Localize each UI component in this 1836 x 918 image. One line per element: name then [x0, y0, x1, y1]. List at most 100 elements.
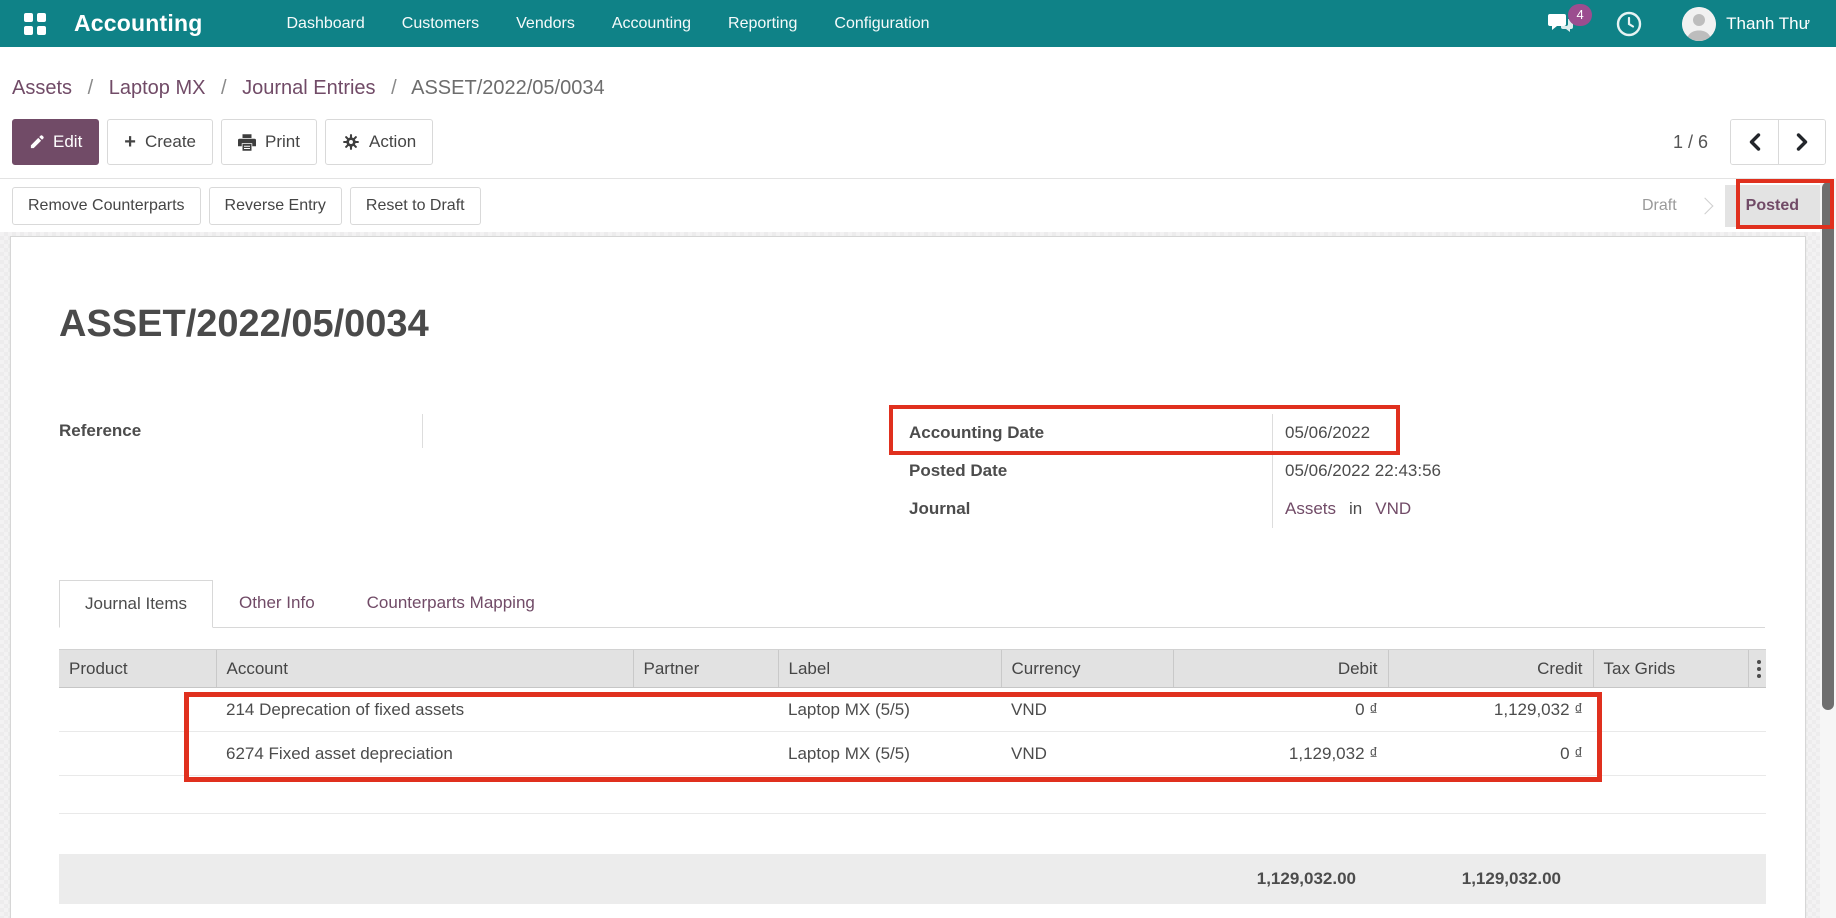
top-navbar: Accounting Dashboard Customers Vendors A…	[0, 0, 1836, 47]
col-header-currency[interactable]: Currency	[1001, 650, 1173, 688]
totals-spacer	[1593, 854, 1748, 904]
col-header-tax-grids[interactable]: Tax Grids	[1593, 650, 1748, 688]
remove-counterparts-button[interactable]: Remove Counterparts	[12, 187, 201, 225]
menu-item-dashboard[interactable]: Dashboard	[287, 15, 365, 33]
print-button-label: Print	[265, 132, 300, 152]
scrollbar-track[interactable]	[1820, 178, 1836, 918]
accounting-date-row: Accounting Date 05/06/2022	[909, 414, 1765, 452]
posted-date-label: Posted Date	[909, 461, 1272, 481]
empty-table-row	[59, 776, 1766, 814]
gear-icon	[342, 133, 360, 151]
scrollbar-thumb[interactable]	[1822, 182, 1834, 710]
edit-button[interactable]: Edit	[12, 119, 99, 165]
pencil-icon	[29, 135, 44, 150]
cell-partner	[633, 732, 778, 776]
notebook-tabs: Journal Items Other Info Counterparts Ma…	[59, 579, 1765, 628]
journal-value: Assets in VND	[1272, 490, 1765, 528]
tab-journal-items[interactable]: Journal Items	[59, 580, 213, 628]
total-debit: 1,129,032.00	[1173, 854, 1388, 904]
col-header-account[interactable]: Account	[216, 650, 633, 688]
create-button-label: Create	[145, 132, 196, 152]
col-header-label[interactable]: Label	[778, 650, 1001, 688]
app-title[interactable]: Accounting	[74, 10, 203, 37]
breadcrumb-journal-entries[interactable]: Journal Entries	[242, 77, 375, 99]
cell-options	[1748, 688, 1766, 732]
plus-icon: +	[124, 132, 136, 152]
page-title: ASSET/2022/05/0034	[59, 303, 429, 346]
accounting-date-value: 05/06/2022	[1272, 414, 1765, 452]
breadcrumb-separator: /	[88, 77, 94, 99]
screen: Accounting Dashboard Customers Vendors A…	[0, 0, 1836, 918]
tab-other-info[interactable]: Other Info	[213, 579, 341, 627]
avatar	[1682, 7, 1716, 41]
table-row[interactable]: 214 Deprecation of fixed assets Laptop M…	[59, 688, 1766, 732]
pager-next-button[interactable]	[1778, 120, 1825, 164]
col-header-partner[interactable]: Partner	[633, 650, 778, 688]
form-statusbar: Remove Counterparts Reverse Entry Reset …	[0, 178, 1836, 232]
cell-product	[59, 732, 216, 776]
reverse-entry-button[interactable]: Reverse Entry	[209, 187, 342, 225]
journal-currency-link[interactable]: VND	[1375, 499, 1411, 519]
col-header-credit[interactable]: Credit	[1388, 650, 1593, 688]
cell-tax-grids	[1593, 688, 1748, 732]
clock-icon	[1616, 11, 1642, 37]
menu-item-accounting[interactable]: Accounting	[612, 15, 691, 33]
totals-row: 1,129,032.00 1,129,032.00	[59, 854, 1766, 904]
cell-label: Laptop MX (5/5)	[778, 688, 1001, 732]
navbar-right: 4 Thanh Thư	[1548, 7, 1810, 41]
cell-credit: 0 ₫	[1388, 732, 1593, 776]
menu-item-customers[interactable]: Customers	[402, 15, 479, 33]
printer-icon	[238, 134, 256, 151]
pager: 1 / 6	[1673, 119, 1826, 165]
content-area: ASSET/2022/05/0034 Reference Accounting …	[0, 232, 1836, 918]
apps-square	[37, 26, 46, 35]
state-arrow-icon	[1696, 197, 1713, 214]
action-button[interactable]: Action	[325, 119, 433, 165]
state-posted[interactable]: Posted	[1725, 185, 1820, 227]
reference-field-row: Reference	[59, 414, 909, 448]
totals-spacer	[59, 854, 216, 904]
user-menu[interactable]: Thanh Thư	[1682, 7, 1810, 41]
field-group-right: Accounting Date 05/06/2022 Posted Date 0…	[909, 414, 1765, 528]
apps-square	[37, 13, 46, 22]
reference-value[interactable]	[422, 414, 909, 448]
tab-counterparts-mapping[interactable]: Counterparts Mapping	[341, 579, 561, 627]
cell-product	[59, 688, 216, 732]
empty-cell	[59, 776, 1766, 814]
breadcrumb: Assets / Laptop MX / Journal Entries / A…	[12, 71, 1826, 105]
col-header-product[interactable]: Product	[59, 650, 216, 688]
apps-menu-icon[interactable]	[24, 13, 46, 35]
breadcrumb-current: ASSET/2022/05/0034	[411, 77, 604, 99]
breadcrumb-laptop-mx[interactable]: Laptop MX	[109, 77, 206, 99]
create-button[interactable]: + Create	[107, 119, 213, 165]
edit-button-label: Edit	[53, 132, 82, 152]
breadcrumb-separator: /	[221, 77, 227, 99]
menu-item-reporting[interactable]: Reporting	[728, 15, 797, 33]
breadcrumb-assets[interactable]: Assets	[12, 77, 72, 99]
cell-credit: 1,129,032 ₫	[1388, 688, 1593, 732]
journal-items-table: Product Account Partner Label Currency D…	[59, 649, 1766, 814]
pager-value: 1 / 6	[1673, 132, 1708, 153]
messages-count-badge: 4	[1568, 4, 1592, 26]
accounting-date-label: Accounting Date	[909, 423, 1272, 443]
reset-to-draft-button[interactable]: Reset to Draft	[350, 187, 481, 225]
cell-account: 214 Deprecation of fixed assets	[216, 688, 633, 732]
menu-item-configuration[interactable]: Configuration	[834, 15, 929, 33]
table-row[interactable]: 6274 Fixed asset depreciation Laptop MX …	[59, 732, 1766, 776]
print-button[interactable]: Print	[221, 119, 317, 165]
journal-assets-link[interactable]: Assets	[1285, 499, 1336, 519]
reference-label: Reference	[59, 421, 422, 441]
activities-button[interactable]	[1616, 11, 1642, 37]
col-header-debit[interactable]: Debit	[1173, 650, 1388, 688]
cell-account: 6274 Fixed asset depreciation	[216, 732, 633, 776]
totals-spacer	[778, 854, 1001, 904]
cell-debit: 0 ₫	[1173, 688, 1388, 732]
action-button-label: Action	[369, 132, 416, 152]
pager-nav	[1730, 119, 1826, 165]
menu-item-vendors[interactable]: Vendors	[516, 15, 575, 33]
pager-previous-button[interactable]	[1731, 120, 1778, 164]
totals-spacer	[1001, 854, 1173, 904]
messages-button[interactable]: 4	[1548, 13, 1574, 35]
total-credit: 1,129,032.00	[1388, 854, 1593, 904]
state-draft[interactable]: Draft	[1622, 197, 1697, 215]
